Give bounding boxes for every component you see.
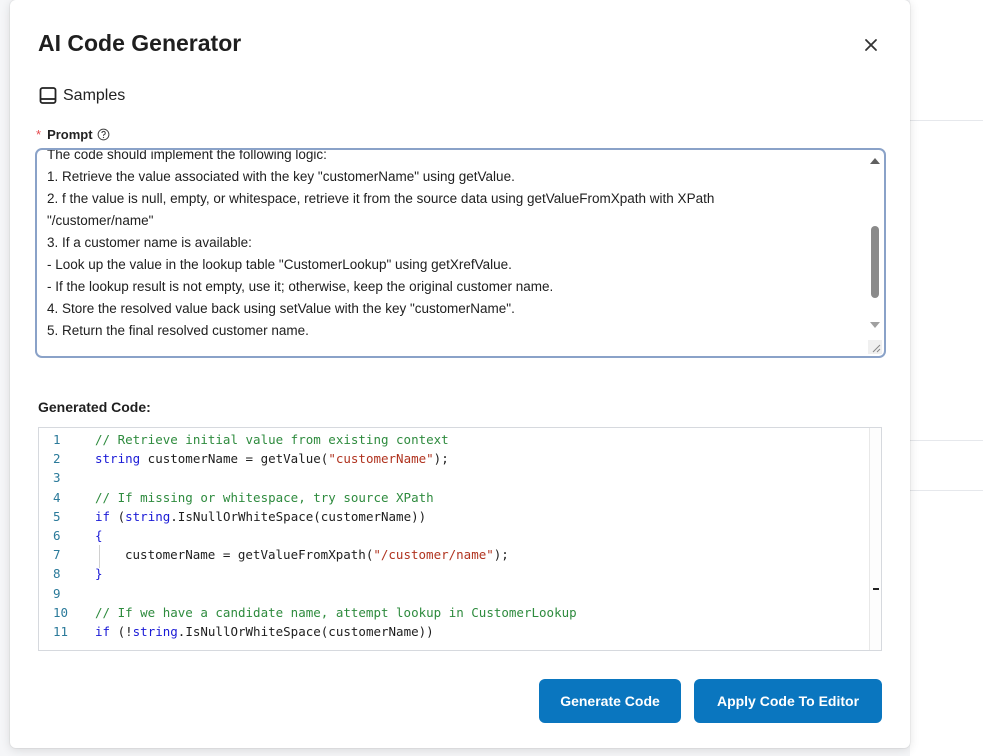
book-icon: [39, 87, 57, 104]
code-line: 1 // Retrieve initial value from existing…: [39, 430, 869, 449]
scroll-up-arrow-icon[interactable]: [870, 158, 880, 164]
line-number: 10: [53, 604, 69, 620]
code-token: (!: [110, 623, 133, 639]
line-number: 7: [53, 547, 61, 563]
code-lines: 1 // Retrieve initial value from existing…: [39, 430, 869, 641]
code-editor[interactable]: 1 // Retrieve initial value from existing…: [38, 427, 882, 651]
line-content: customerName = getValueFromXpath("/custo…: [85, 545, 869, 569]
line-content: if (!string.IsNullOrWhiteSpace(customerN…: [85, 624, 869, 639]
text-cursor: [873, 588, 879, 590]
line-number: 2: [53, 451, 61, 467]
line-number: 9: [53, 585, 61, 601]
line-content: {: [85, 528, 869, 543]
samples-link[interactable]: Samples: [38, 85, 125, 107]
background-divider: [910, 120, 983, 121]
line-number: 6: [53, 528, 61, 544]
code-token: string: [125, 508, 171, 524]
code-line: 9: [39, 584, 869, 603]
code-token: .IsNullOrWhiteSpace(customerName)): [170, 508, 427, 524]
generate-code-button[interactable]: Generate Code: [539, 679, 681, 723]
code-token: );: [433, 451, 449, 467]
prompt-label: * Prompt: [36, 127, 110, 142]
apply-code-to-editor-button[interactable]: Apply Code To Editor: [694, 679, 882, 723]
scrollbar-thumb[interactable]: [871, 226, 879, 298]
code-token: .IsNullOrWhiteSpace(customerName)): [177, 623, 434, 639]
resize-handle-icon[interactable]: [868, 340, 882, 354]
line-content: // If missing or whitespace, try source …: [85, 490, 869, 505]
line-content: // If we have a candidate name, attempt …: [85, 605, 869, 620]
code-token: // Retrieve initial value from existing …: [95, 432, 449, 448]
background-divider: [910, 490, 983, 491]
code-token: "/customer/name": [373, 547, 494, 563]
code-token: string: [132, 623, 178, 639]
line-number: 5: [53, 508, 61, 524]
line-content: // Retrieve initial value from existing …: [85, 432, 869, 447]
prompt-text[interactable]: The code should implement the following …: [37, 150, 863, 342]
code-token: customerName = getValue(: [140, 451, 329, 467]
code-token: }: [95, 566, 103, 582]
line-number: 8: [53, 566, 61, 582]
line-content: }: [85, 566, 869, 581]
code-token: // If missing or whitespace, try source …: [95, 489, 434, 505]
background-panel: [910, 0, 983, 756]
background-divider: [910, 440, 983, 441]
code-scrollbar[interactable]: [869, 428, 881, 650]
line-number: 11: [53, 623, 69, 639]
code-token: string: [95, 451, 141, 467]
close-icon: [865, 39, 877, 51]
code-token: customerName = getValueFromXpath(: [125, 547, 374, 563]
prompt-label-text: Prompt: [47, 127, 93, 142]
code-line: 7 customerName = getValueFromXpath("/cust…: [39, 545, 869, 569]
line-content: if (string.IsNullOrWhiteSpace(customerNa…: [85, 509, 869, 524]
close-button[interactable]: [860, 34, 882, 56]
code-line: 2 string customerName = getValue("custome…: [39, 449, 869, 468]
prompt-scrollbar[interactable]: [868, 152, 882, 342]
code-token: );: [493, 547, 509, 563]
required-marker: *: [36, 127, 42, 142]
line-number: 4: [53, 489, 61, 505]
code-line: 4 // If missing or whitespace, try source…: [39, 488, 869, 507]
code-token: // If we have a candidate name, attempt …: [95, 604, 577, 620]
code-line: 5 if (string.IsNullOrWhiteSpace(customerN…: [39, 507, 869, 526]
code-token: if: [95, 623, 111, 639]
scroll-down-arrow-icon[interactable]: [870, 322, 880, 328]
code-line: 3: [39, 468, 869, 487]
code-line: 11 if (!string.IsNullOrWhiteSpace(custome…: [39, 622, 869, 641]
code-token: (: [110, 508, 126, 524]
code-token: {: [95, 528, 103, 544]
code-line: 8}: [39, 564, 869, 583]
modal-title: AI Code Generator: [38, 30, 242, 56]
prompt-textarea[interactable]: The code should implement the following …: [35, 148, 886, 358]
generated-code-label: Generated Code:: [38, 399, 151, 415]
code-token: "customerName": [328, 451, 434, 467]
line-number: 3: [53, 470, 61, 486]
line-number: 1: [53, 432, 61, 448]
code-line: 6{: [39, 526, 869, 545]
ai-code-generator-modal: AI Code Generator Samples * Prompt The c…: [10, 0, 910, 748]
question-circle-icon[interactable]: [97, 128, 110, 141]
samples-label: Samples: [63, 87, 126, 104]
code-line: 10 // If we have a candidate name, attemp…: [39, 603, 869, 622]
line-content: string customerName = getValue("customer…: [85, 451, 869, 466]
code-token: if: [95, 508, 111, 524]
